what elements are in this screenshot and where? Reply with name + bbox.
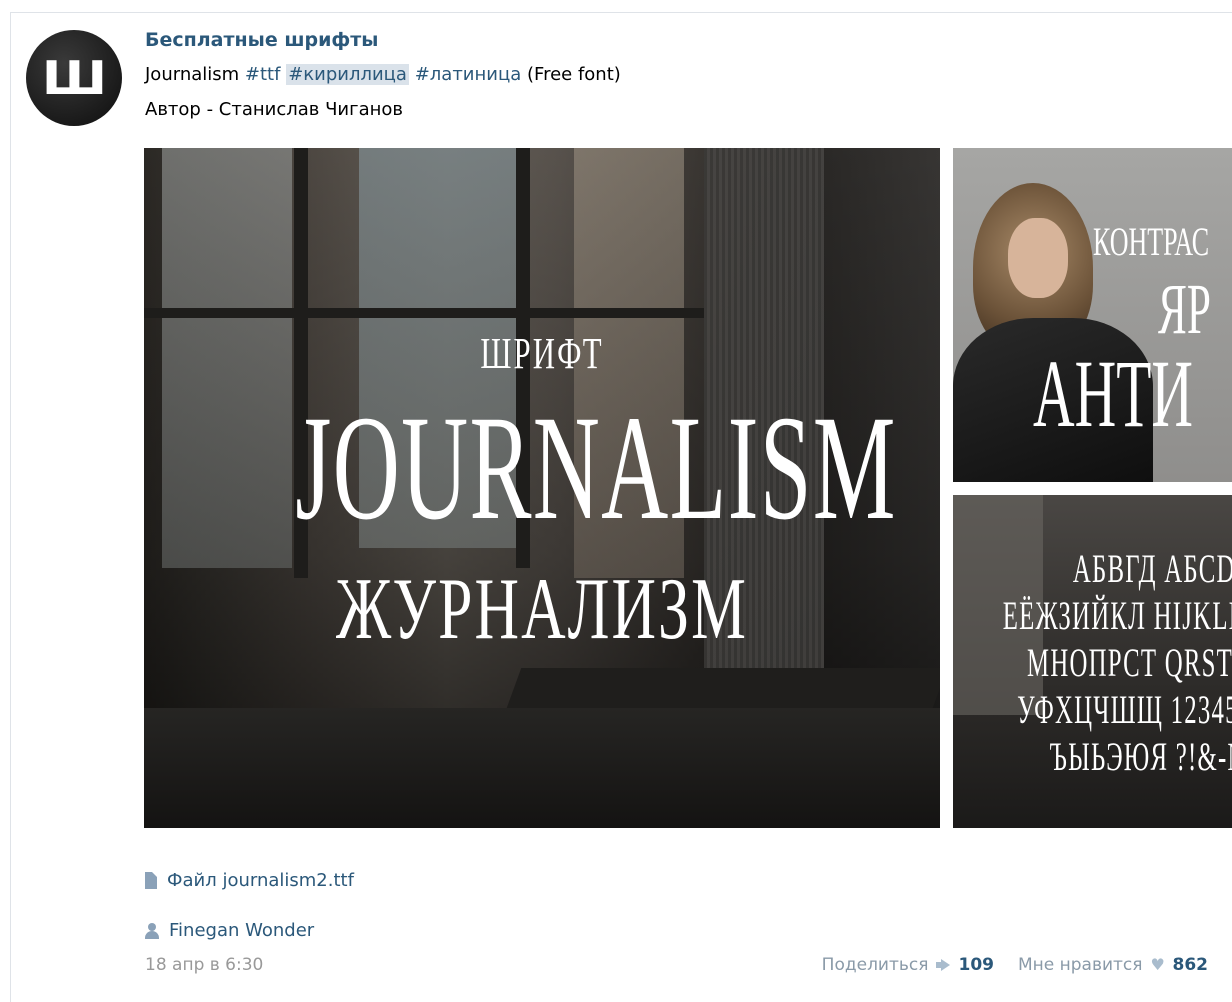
avatar-glyph: Ш (41, 51, 107, 105)
megaphone-icon[interactable] (936, 959, 952, 971)
hashtag-cyrillic[interactable]: #кириллица (286, 64, 409, 85)
like-button-label[interactable]: Мне нравится (1018, 955, 1143, 975)
side-photo-top-line-3: АНТИ (1033, 340, 1193, 447)
side-photo-top[interactable]: КОНТРАС ЯР АНТИ (953, 148, 1232, 482)
photo-floor (144, 708, 940, 828)
photo-model-face (1008, 218, 1068, 298)
hashtag-latin[interactable]: #латиница (415, 64, 522, 85)
file-icon (145, 872, 157, 889)
file-attachment[interactable]: Файл journalism2.ttf (145, 870, 354, 891)
share-count[interactable]: 109 (958, 955, 994, 975)
main-photo-caption-cyrillic: ЖУРНАЛИЗМ (336, 561, 748, 658)
post-text-line-1: Journalism #ttf #кириллица #латиница (Fr… (145, 64, 621, 85)
side-photo-top-line-1: КОНТРАС (1093, 219, 1210, 264)
alphabet-line: ЕЁЖЗИЙКЛ HIJKLM (1002, 593, 1232, 638)
side-photo-bottom[interactable]: АБВГД АБСDE ЕЁЖЗИЙКЛ HIJKLM МНОПРСТ QRST… (953, 495, 1232, 828)
main-photo[interactable]: ШРИФТ JOURNALISM ЖУРНАЛИЗМ (144, 148, 940, 828)
file-attachment-label: Файл journalism2.ttf (167, 870, 354, 891)
alphabet-line: УФХЦЧШЩ 123456 (1016, 687, 1232, 732)
alphabet-line: ЪЫЬЭЮЯ ?!&-№ (1048, 734, 1232, 779)
photo-table (506, 668, 940, 708)
post-author-text: Автор - Станислав Чиганов (145, 99, 404, 120)
like-count[interactable]: 862 (1173, 955, 1209, 975)
post-suffix-text: (Free font) (527, 64, 621, 85)
post-actions: Поделиться 109 Мне нравится ♥ 862 (822, 955, 1208, 975)
alphabet-line: МНОПРСТ QRSTU (1026, 640, 1232, 685)
heart-icon[interactable]: ♥ (1151, 957, 1167, 973)
main-photo-caption-big: JOURNALISM (295, 385, 897, 551)
post-title-text: Journalism (145, 64, 240, 85)
user-icon (145, 922, 159, 939)
photo-mullion (144, 308, 704, 318)
post-date-link[interactable]: 18 апр в 6:30 (145, 955, 263, 975)
signer-name: Finegan Wonder (169, 920, 315, 941)
group-avatar[interactable]: Ш (26, 30, 122, 126)
alphabet-line: АБВГД АБСDE (1072, 546, 1232, 591)
signer-link[interactable]: Finegan Wonder (145, 920, 314, 941)
share-button-label[interactable]: Поделиться (822, 955, 929, 975)
group-name-link[interactable]: Бесплатные шрифты (145, 29, 378, 51)
main-photo-caption-small: ШРИФТ (480, 329, 604, 378)
hashtag-ttf[interactable]: #ttf (245, 64, 281, 85)
